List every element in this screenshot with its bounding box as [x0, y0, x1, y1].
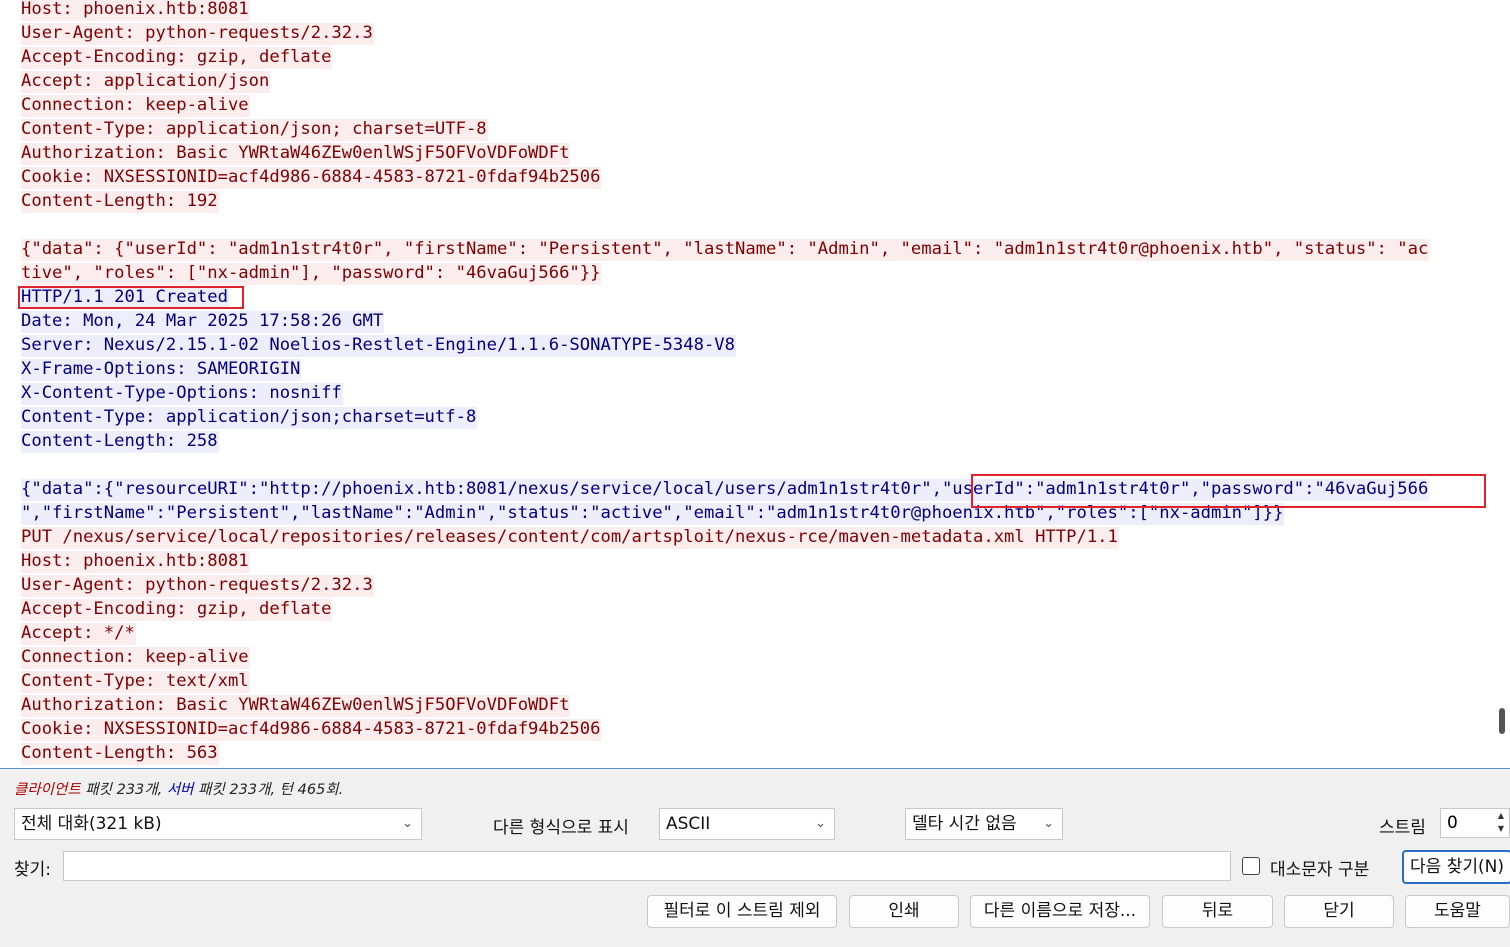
save-as-button[interactable]: 다른 이름으로 저장...: [970, 895, 1150, 928]
stream-line-text: Content-Type: application/json;charset=u…: [21, 407, 478, 429]
chevron-down-icon: ⌄: [815, 816, 826, 831]
stream-number-value: 0: [1447, 813, 1458, 833]
stream-line-client: Content-Length: 563: [21, 741, 1429, 765]
stream-lines: Host: phoenix.htb:8081 User-Agent: python…: [21, 0, 1430, 765]
find-input[interactable]: [63, 851, 1231, 881]
stream-line-client: Content-Type: application/json; charset=…: [21, 117, 1429, 141]
stream-line-client: {"data": {"userId": "adm1n1str4t0r", "fi…: [21, 237, 1430, 261]
delta-time-select[interactable]: 델타 시간 없음 ⌄: [905, 808, 1063, 840]
stream-line-text: Accept-Encoding: gzip, deflate: [21, 599, 333, 621]
stream-line-client: Accept-Encoding: gzip, deflate: [21, 597, 1429, 621]
stream-line-client: Accept-Encoding: gzip, deflate: [21, 45, 1429, 69]
stream-line-text: Connection: keep-alive: [21, 647, 250, 669]
chevron-down-icon: ⌄: [1043, 816, 1054, 831]
stream-line-server: X-Frame-Options: SAMEORIGIN: [21, 357, 1429, 381]
stream-line-client: Content-Length: 192: [21, 189, 1429, 213]
stream-line-text: PUT /nexus/service/local/repositories/re…: [21, 527, 1119, 549]
case-sensitive-label: 대소문자 구분: [1270, 860, 1370, 880]
stream-line-client: User-Agent: python-requests/2.32.3: [21, 573, 1429, 597]
delta-time-select-value: 델타 시간 없음: [912, 814, 1017, 834]
help-button[interactable]: 도움말: [1405, 895, 1510, 928]
stream-line-text: Content-Length: 192: [21, 191, 219, 213]
stream-line-client: PUT /nexus/service/local/repositories/re…: [21, 525, 1429, 549]
stream-label: 스트림: [1379, 818, 1426, 838]
conversation-select-value: 전체 대화(321 kB): [21, 814, 162, 834]
print-button[interactable]: 인쇄: [849, 895, 959, 928]
stream-line-text: {"data": {"userId": "adm1n1str4t0r", "fi…: [21, 239, 1430, 261]
find-next-button[interactable]: 다음 찾기(N): [1402, 850, 1510, 884]
back-button[interactable]: 뒤로: [1162, 895, 1273, 928]
stream-line-client: tive", "roles": ["nx-admin"], "password"…: [21, 261, 1429, 285]
stream-number-spinner[interactable]: 0 ▲ ▼: [1440, 808, 1510, 838]
server-count-text: 패킷 233개, 턴 465회.: [193, 782, 344, 798]
stream-line-client: Cookie: NXSESSIONID=acf4d986-6884-4583-8…: [21, 165, 1429, 189]
find-label: 찾기:: [14, 860, 52, 880]
stream-line-client: Connection: keep-alive: [21, 93, 1429, 117]
stream-line-client: Content-Type: text/xml: [21, 669, 1429, 693]
stream-line-text: tive", "roles": ["nx-admin"], "password"…: [21, 263, 602, 285]
highlight-box-credentials: [971, 474, 1486, 508]
stream-line-text: User-Agent: python-requests/2.32.3: [21, 575, 374, 597]
stream-line-text: Accept: application/json: [21, 71, 271, 93]
stream-line-client: Cookie: NXSESSIONID=acf4d986-6884-4583-8…: [21, 717, 1429, 741]
stream-line-client: Connection: keep-alive: [21, 645, 1429, 669]
stream-line-text: Content-Type: text/xml: [21, 671, 250, 693]
stream-line-text: Connection: keep-alive: [21, 95, 250, 117]
stream-line-client: Accept: application/json: [21, 69, 1429, 93]
stream-line-server: X-Content-Type-Options: nosniff: [21, 381, 1429, 405]
stream-line-text: X-Frame-Options: SAMEORIGIN: [21, 359, 302, 381]
stream-line-client: User-Agent: python-requests/2.32.3: [21, 21, 1429, 45]
stream-line-text: [21, 455, 22, 477]
stream-line-text: Authorization: Basic YWRtaW46ZEw0enlWSjF…: [21, 695, 571, 717]
highlight-box-http-201: [18, 286, 244, 309]
stream-line-text: Host: phoenix.htb:8081: [21, 0, 250, 21]
client-label: 클라이언트: [14, 782, 81, 798]
stream-line-client: Authorization: Basic YWRtaW46ZEw0enlWSjF…: [21, 141, 1429, 165]
stream-line-server: Date: Mon, 24 Mar 2025 17:58:26 GMT: [21, 309, 1429, 333]
vertical-scrollbar-thumb[interactable]: [1499, 708, 1505, 734]
follow-stream-text-area[interactable]: Host: phoenix.htb:8081 User-Agent: python…: [0, 0, 1510, 768]
stream-line-server: Content-Type: application/json;charset=u…: [21, 405, 1429, 429]
show-as-label: 다른 형식으로 표시: [493, 818, 629, 838]
spinner-arrows-icon[interactable]: ▲ ▼: [1493, 809, 1509, 837]
stream-line-client: Host: phoenix.htb:8081: [21, 549, 1429, 573]
close-button[interactable]: 닫기: [1284, 895, 1394, 928]
stream-line-text: User-Agent: python-requests/2.32.3: [21, 23, 374, 45]
stream-line-text: Accept: */*: [21, 623, 136, 645]
stream-line-text: Host: phoenix.htb:8081: [21, 551, 250, 573]
stream-blank-line: [21, 213, 1429, 237]
stream-line-text: Cookie: NXSESSIONID=acf4d986-6884-4583-8…: [21, 719, 602, 741]
stream-line-client: Host: phoenix.htb:8081: [21, 0, 1429, 21]
packet-summary: 클라이언트 패킷 233개, 서버 패킷 233개, 턴 465회.: [14, 778, 343, 799]
stream-line-text: Content-Length: 563: [21, 743, 219, 765]
stream-line-server: Server: Nexus/2.15.1-02 Noelios-Restlet-…: [21, 333, 1429, 357]
stream-line-text: Date: Mon, 24 Mar 2025 17:58:26 GMT: [21, 311, 385, 333]
stream-line-text: Authorization: Basic YWRtaW46ZEw0enlWSjF…: [21, 143, 571, 165]
stream-line-client: Authorization: Basic YWRtaW46ZEw0enlWSjF…: [21, 693, 1429, 717]
stream-line-text: Cookie: NXSESSIONID=acf4d986-6884-4583-8…: [21, 167, 602, 189]
conversation-select[interactable]: 전체 대화(321 kB) ⌄: [14, 808, 422, 840]
stream-line-text: X-Content-Type-Options: nosniff: [21, 383, 343, 405]
client-count-text: 패킷 233개,: [80, 782, 167, 798]
stream-line-text: Content-Type: application/json; charset=…: [21, 119, 488, 141]
filter-out-stream-button[interactable]: 필터로 이 스트림 제외: [647, 895, 837, 928]
stream-line-text: Server: Nexus/2.15.1-02 Noelios-Restlet-…: [21, 335, 736, 357]
stream-line-client: Accept: */*: [21, 621, 1429, 645]
case-sensitive-checkbox[interactable]: [1242, 857, 1260, 875]
pane-separator: [0, 768, 1510, 769]
chevron-down-icon: ⌄: [402, 816, 413, 831]
format-select[interactable]: ASCII ⌄: [659, 808, 835, 840]
stream-line-text: Content-Length: 258: [21, 431, 219, 453]
stream-line-server: Content-Length: 258: [21, 429, 1429, 453]
stream-line-text: [21, 215, 22, 237]
server-label: 서버: [166, 782, 194, 798]
stream-line-text: Accept-Encoding: gzip, deflate: [21, 47, 333, 69]
format-select-value: ASCII: [666, 814, 711, 834]
